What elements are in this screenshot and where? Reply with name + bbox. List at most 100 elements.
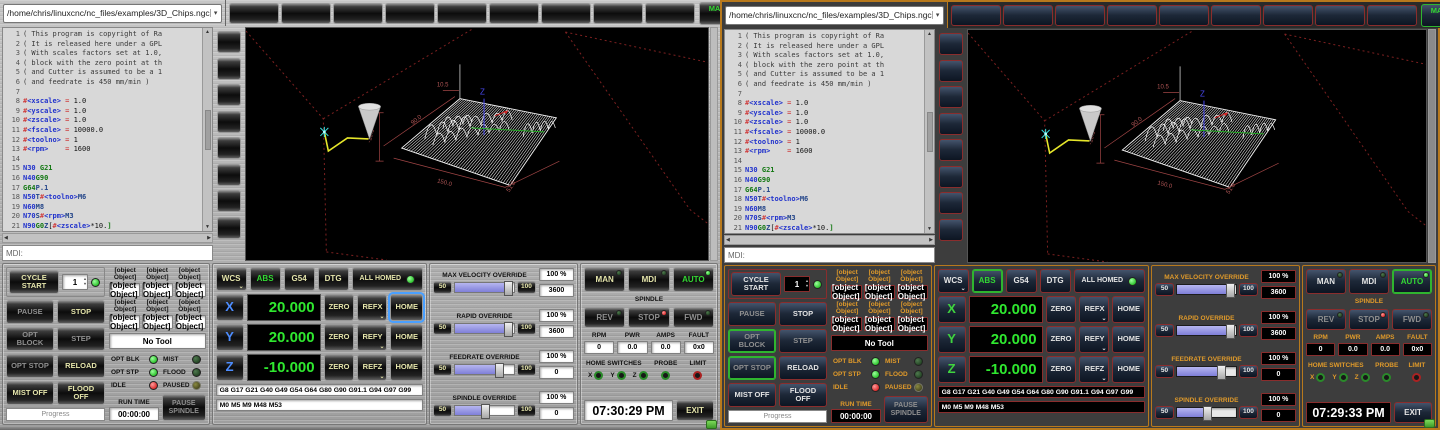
menu-button[interactable]: [1107, 5, 1157, 26]
all-homed-button[interactable]: ALL HOMED: [1074, 269, 1145, 293]
axis-letter-button[interactable]: X: [216, 294, 244, 321]
axis-letter-button[interactable]: Y: [938, 326, 966, 353]
mist-off-button[interactable]: MIST OFF: [6, 381, 54, 405]
code-horizontal-scrollbar[interactable]: ◀ ▶: [2, 233, 213, 243]
keyboard-tray-icon[interactable]: [1424, 419, 1435, 428]
g54-button[interactable]: G54: [284, 267, 315, 291]
mdi-mode-button[interactable]: MDI: [1349, 269, 1389, 294]
ref-button[interactable]: REFY: [357, 324, 387, 351]
path-dropdown-icon[interactable]: ▾: [210, 9, 221, 17]
ref-button[interactable]: REFY: [1079, 326, 1109, 353]
view-button[interactable]: [217, 217, 241, 239]
override-max-button[interactable]: 100: [517, 281, 536, 294]
opt-block-button[interactable]: OPT BLOCK: [6, 327, 54, 351]
preview-scrollbar[interactable]: [710, 27, 718, 261]
view-button[interactable]: [939, 166, 963, 188]
menu-button[interactable]: [1159, 5, 1209, 26]
override-max-button[interactable]: 100: [517, 363, 536, 376]
view-button[interactable]: [217, 31, 241, 53]
auto-mode-button[interactable]: AUTO: [1392, 269, 1432, 294]
slider-fill[interactable]: [1177, 367, 1223, 376]
keyboard-tray-icon[interactable]: [706, 420, 717, 429]
reload-button[interactable]: RELOAD: [57, 354, 105, 378]
wcs-button[interactable]: WCS: [216, 267, 247, 291]
scroll-right-icon[interactable]: ▶: [929, 237, 933, 243]
menu-button[interactable]: [229, 3, 279, 24]
override-min-button[interactable]: 50: [433, 322, 452, 335]
spindle-fwd-button[interactable]: FWD: [673, 307, 714, 328]
cycle-start-button[interactable]: CYCLE START: [731, 272, 781, 296]
axis-letter-button[interactable]: Z: [216, 354, 244, 381]
menu-button[interactable]: [1003, 5, 1053, 26]
slider-fill[interactable]: [455, 283, 510, 292]
menu-button[interactable]: [333, 3, 383, 24]
view-button[interactable]: [217, 58, 241, 80]
menu-button[interactable]: [541, 3, 591, 24]
menu-button[interactable]: [281, 3, 331, 24]
axis-letter-button[interactable]: Y: [216, 324, 244, 351]
man-mode-button[interactable]: MAN: [1306, 269, 1346, 294]
gremlin-preview[interactable]: 90.0 150.0 51.0 10.5 -10.5 Z: [245, 27, 709, 261]
slider-fill[interactable]: [1177, 285, 1232, 294]
code-horizontal-scrollbar[interactable]: ◀ ▶: [724, 235, 935, 245]
dtg-button[interactable]: DTG: [318, 267, 349, 291]
spindle-fwd-button[interactable]: FWD: [1392, 309, 1432, 330]
opt-stop-button[interactable]: OPT STOP: [6, 354, 54, 378]
override-min-button[interactable]: 50: [1155, 365, 1174, 378]
pause-spindle-button[interactable]: PAUSE SPINDLE: [162, 394, 206, 421]
override-slider[interactable]: [1176, 407, 1237, 418]
flood-off-button[interactable]: FLOOD OFF: [779, 383, 827, 407]
override-min-button[interactable]: 50: [433, 404, 452, 417]
scroll-left-icon[interactable]: ◀: [4, 235, 8, 241]
pause-button[interactable]: PAUSE: [728, 302, 776, 326]
menu-button[interactable]: [1367, 5, 1417, 26]
abs-button[interactable]: ABS: [972, 269, 1003, 293]
ref-button[interactable]: REFZ: [1079, 356, 1109, 383]
menu-button[interactable]: [1055, 5, 1105, 26]
axis-letter-button[interactable]: Z: [938, 356, 966, 383]
view-button[interactable]: [939, 60, 963, 82]
view-button[interactable]: [939, 219, 963, 241]
zero-button[interactable]: ZERO: [324, 354, 355, 381]
gcode-listing[interactable]: 1 ( This program is copyright of Ra 2 ( …: [724, 29, 935, 234]
abs-button[interactable]: ABS: [250, 267, 281, 291]
all-homed-button[interactable]: ALL HOMED: [352, 267, 423, 291]
scroll-up-icon[interactable]: ▲: [927, 31, 932, 37]
home-button[interactable]: HOME: [390, 324, 423, 351]
man-mode-button[interactable]: MAN: [584, 267, 625, 292]
zero-button[interactable]: ZERO: [1046, 356, 1077, 383]
mist-off-button[interactable]: MIST OFF: [728, 383, 776, 407]
home-button[interactable]: HOME: [390, 294, 423, 321]
wcs-button[interactable]: WCS: [938, 269, 969, 293]
view-button[interactable]: [217, 164, 241, 186]
slider-fill[interactable]: [455, 324, 510, 333]
spindle-rev-button[interactable]: REV: [1306, 309, 1346, 330]
override-slider[interactable]: [1176, 284, 1237, 295]
menu-button[interactable]: [1315, 5, 1365, 26]
override-min-button[interactable]: 50: [1155, 283, 1174, 296]
home-button[interactable]: HOME: [1112, 356, 1145, 383]
menu-button[interactable]: [489, 3, 539, 24]
override-min-button[interactable]: 50: [433, 281, 452, 294]
view-button[interactable]: [217, 111, 241, 133]
scroll-thumb[interactable]: [205, 110, 211, 150]
override-min-button[interactable]: 50: [433, 363, 452, 376]
auto-mode-button[interactable]: AUTO: [673, 267, 714, 292]
zero-button[interactable]: ZERO: [1046, 296, 1077, 323]
opt-block-button[interactable]: OPT BLOCK: [728, 329, 776, 353]
slider-fill[interactable]: [1177, 326, 1232, 335]
scroll-down-icon[interactable]: ▼: [927, 226, 932, 232]
mdi-mode-button[interactable]: MDI: [628, 267, 669, 292]
view-button[interactable]: [939, 113, 963, 135]
scroll-up-icon[interactable]: ▲: [205, 29, 210, 35]
cycle-start-button[interactable]: CYCLE START: [9, 270, 59, 294]
cycle-count-spinner[interactable]: 1 ▴▾: [784, 276, 810, 292]
ref-button[interactable]: REFX: [357, 294, 387, 321]
machine-on-button[interactable]: MACHINE ON: [1421, 4, 1440, 27]
override-slider[interactable]: [1176, 366, 1237, 377]
code-vertical-scrollbar[interactable]: ▲ ▼: [924, 30, 934, 233]
home-button[interactable]: HOME: [390, 354, 423, 381]
slider-fill[interactable]: [1177, 408, 1209, 417]
ref-button[interactable]: REFZ: [357, 354, 387, 381]
zero-button[interactable]: ZERO: [1046, 326, 1077, 353]
